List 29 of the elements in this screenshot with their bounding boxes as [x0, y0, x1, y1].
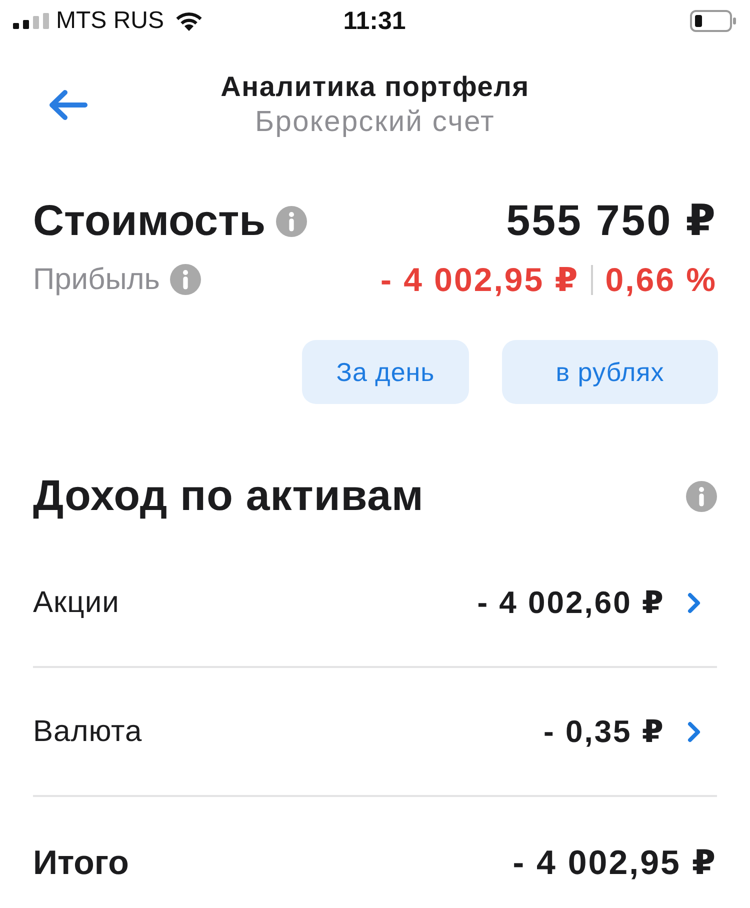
signal-icon	[13, 13, 49, 29]
total-label: Итого	[33, 844, 129, 882]
portfolio-value-label: Стоимость	[33, 196, 266, 246]
battery-icon	[690, 10, 736, 32]
carrier-name: MTS RUS	[56, 7, 164, 35]
asset-row[interactable]: Акции - 4 002,60 ₽	[33, 521, 717, 668]
chevron-right-icon	[687, 592, 701, 614]
filter-button[interactable]: в рублях	[502, 340, 718, 404]
info-icon[interactable]	[686, 480, 717, 512]
screen-title: Аналитика портфеля	[220, 71, 530, 103]
asset-name: Валюта	[33, 714, 142, 748]
screen-subtitle: Брокерский счет	[255, 106, 495, 139]
portfolio-value: 555 750 ₽	[506, 196, 717, 246]
asset-income: - 4 002,60 ₽	[477, 584, 665, 620]
total-income: - 4 002,95 ₽	[512, 843, 717, 883]
asset-row[interactable]: Валюта - 0,35 ₽	[33, 668, 717, 797]
wifi-icon	[175, 11, 203, 31]
profit-percent: 0,66 %	[605, 260, 717, 298]
status-time: 11:31	[343, 6, 406, 36]
back-arrow-icon	[48, 89, 88, 121]
section-title: Доход по активам	[33, 472, 424, 520]
info-icon[interactable]	[276, 206, 307, 236]
info-icon[interactable]	[170, 264, 201, 295]
asset-name: Акции	[33, 586, 120, 620]
profit-amount: - 4 002,95 ₽	[380, 260, 580, 299]
chevron-right-icon	[687, 720, 701, 742]
asset-income: - 0,35 ₽	[544, 714, 665, 750]
profit-label: Прибыль	[33, 262, 160, 296]
filter-button[interactable]: За день	[302, 340, 469, 404]
